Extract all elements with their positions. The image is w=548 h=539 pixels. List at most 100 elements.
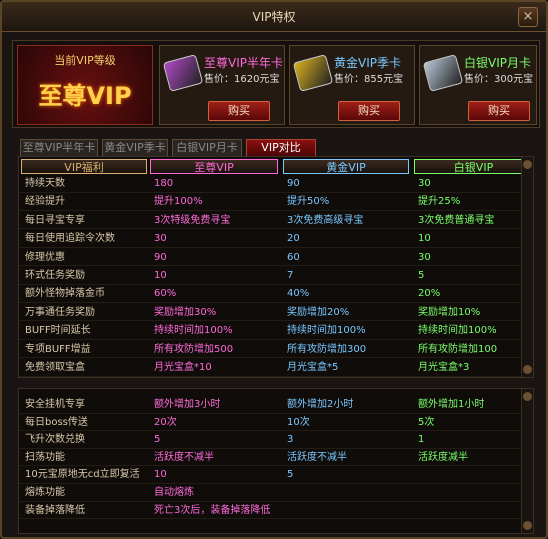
scroll-up-icon[interactable] [523,160,532,169]
supreme-card-icon [162,54,204,92]
card-name: 至尊VIP半年卡 [204,56,283,70]
table-cell: 5 [418,270,425,281]
table-row: 经验提升 提升100% 提升50% 提升25% [19,194,521,211]
table-cell: 5 [287,469,294,481]
table-cell: 30 [418,251,431,263]
buy-button[interactable]: 购买 [338,101,400,121]
column-header: 至尊VIP [150,159,278,174]
compare-table-main: VIP福利 至尊VIP 黄金VIP 白银VIP 持续天数 180 90 30 经验提升 提升100… [18,156,534,378]
table-cell: 奖励增加20% [287,306,350,318]
table-cell: 飞升次数兑换 [25,434,85,446]
tab-silver[interactable]: 白银VIP月卡 [172,139,242,157]
table-cell: 提升100% [154,196,203,208]
table-cell: 所有攻防增加500 [154,343,234,355]
table-cell: 10 [154,469,167,481]
table-cell: 3次免费高级寻宝 [287,214,364,226]
table-row: 飞升次数兑换 5 3 1 [19,432,521,449]
table-row: 万事通任务奖励 奖励增加30% 奖励增加20% 奖励增加10% [19,305,521,322]
tab-compare[interactable]: VIP对比 [246,139,316,157]
vip-card-panel: 当前VIP等级 至尊VIP 至尊VIP半年卡 售价：1620元宝 购买 黄金VI… [12,40,540,128]
table-row: 环式任务奖励 10 7 5 [19,268,521,285]
table-cell: 1 [418,434,425,446]
table-cell: 90 [154,251,167,263]
table-cell: 90 [287,178,300,189]
table-cell: 环式任务奖励 [25,270,85,281]
table-cell: 5次 [418,416,435,428]
table-row: 免费领取宝盒 月光宝盒*10 月光宝盒*5 月光宝盒*3 [19,360,521,377]
table-cell: 30 [154,233,167,245]
table-cell: 10 [154,270,167,281]
card-price: 售价：300元宝 [464,74,534,85]
current-vip-banner: 当前VIP等级 至尊VIP [17,45,153,125]
table-cell: 月光宝盒*3 [418,362,470,373]
table-cell: 3次免费普通寻宝 [418,214,495,226]
table-cell: 每日boss传送 [25,416,88,428]
table-cell: 活跃度减半 [418,451,468,463]
table-cell: 180 [154,178,174,189]
current-vip-level: 至尊VIP [38,82,132,110]
table-cell: 万事通任务奖励 [25,306,95,318]
table-cell: 20次 [154,416,177,428]
table-cell: 安全挂机专享 [25,399,85,410]
buy-button[interactable]: 购买 [468,101,530,121]
table-row: 每日使用追踪令次数 30 20 10 [19,231,521,248]
table-cell: 60 [287,251,300,263]
table-cell: 40% [287,288,310,300]
table-cell: 自动熔炼 [154,487,194,498]
card-name: 白银VIP月卡 [464,56,531,70]
table-cell: 20% [418,288,441,300]
table-cell: 免费领取宝盒 [25,362,85,373]
table-row: 装备掉落降低 死亡3次后，装备掉落降低 [19,503,521,520]
table-row: 熔炼功能 自动熔炼 [19,485,521,502]
table-cell: 修理优惠 [25,251,65,263]
gold-card-icon [292,54,334,92]
table-cell: 20 [287,233,300,245]
table-row: 安全挂机专享 额外增加3小时 额外增加2小时 额外增加1小时 [19,397,521,414]
scrollbar[interactable] [521,157,533,377]
card-silver: 白银VIP月卡 售价：300元宝 购买 [419,45,537,125]
table-cell: 所有攻防增加100 [418,343,498,355]
scroll-down-icon[interactable] [523,521,532,530]
table-cell: 60% [154,288,177,300]
table-cell: 奖励增加30% [154,306,217,318]
table-cell: 10元宝原地无cd立即复活 [25,469,140,481]
card-price: 售价：855元宝 [334,74,404,85]
table-row: 扫荡功能 活跃度不减半 活跃度不减半 活跃度减半 [19,450,521,467]
compare-table-extra: 安全挂机专享 额外增加3小时 额外增加2小时 额外增加1小时 每日boss传送 20次 10… [18,388,534,534]
scroll-down-icon[interactable] [523,365,532,374]
table-cell: 月光宝盒*10 [154,362,212,373]
table-cell: BUFF时间延长 [25,325,91,337]
tab-supreme[interactable]: 至尊VIP半年卡 [20,139,98,157]
card-name: 黄金VIP季卡 [334,56,401,70]
table-row: 每日boss传送 20次 10次 5次 [19,415,521,432]
table-cell: 装备掉落降低 [25,504,85,516]
close-icon[interactable]: × [518,7,538,27]
table-cell: 每日使用追踪令次数 [25,233,115,245]
table-cell: 额外增加3小时 [154,399,221,410]
scroll-up-icon[interactable] [523,392,532,401]
card-gold: 黄金VIP季卡 售价：855元宝 购买 [289,45,415,125]
tab-gold[interactable]: 黄金VIP季卡 [102,139,168,157]
table-cell: 所有攻防增加300 [287,343,367,355]
table-cell: 熔炼功能 [25,487,65,498]
table-cell: 经验提升 [25,196,65,208]
table-cell: 奖励增加10% [418,306,481,318]
silver-card-icon [422,54,464,92]
table-cell: 死亡3次后，装备掉落降低 [154,504,271,516]
table-cell: 提升25% [418,196,461,208]
table-cell: 提升50% [287,196,330,208]
table-row: 专项BUFF增益 所有攻防增加500 所有攻防增加300 所有攻防增加100 [19,342,521,359]
table-cell: 扫荡功能 [25,451,65,463]
title-bar: VIP特权 × [2,2,546,32]
table-cell: 额外怪物掉落金币 [25,288,105,300]
table-cell: 3 [287,434,294,446]
scrollbar[interactable] [521,389,533,533]
table-cell: 10 [418,233,431,245]
table-cell: 7 [287,270,294,281]
table-cell: 专项BUFF增益 [25,343,91,355]
table-cell: 持续时间加100% [418,325,497,337]
column-header: VIP福利 [21,159,147,174]
buy-button[interactable]: 购买 [208,101,270,121]
table-row: 持续天数 180 90 30 [19,176,521,193]
column-header: 黄金VIP [283,159,409,174]
